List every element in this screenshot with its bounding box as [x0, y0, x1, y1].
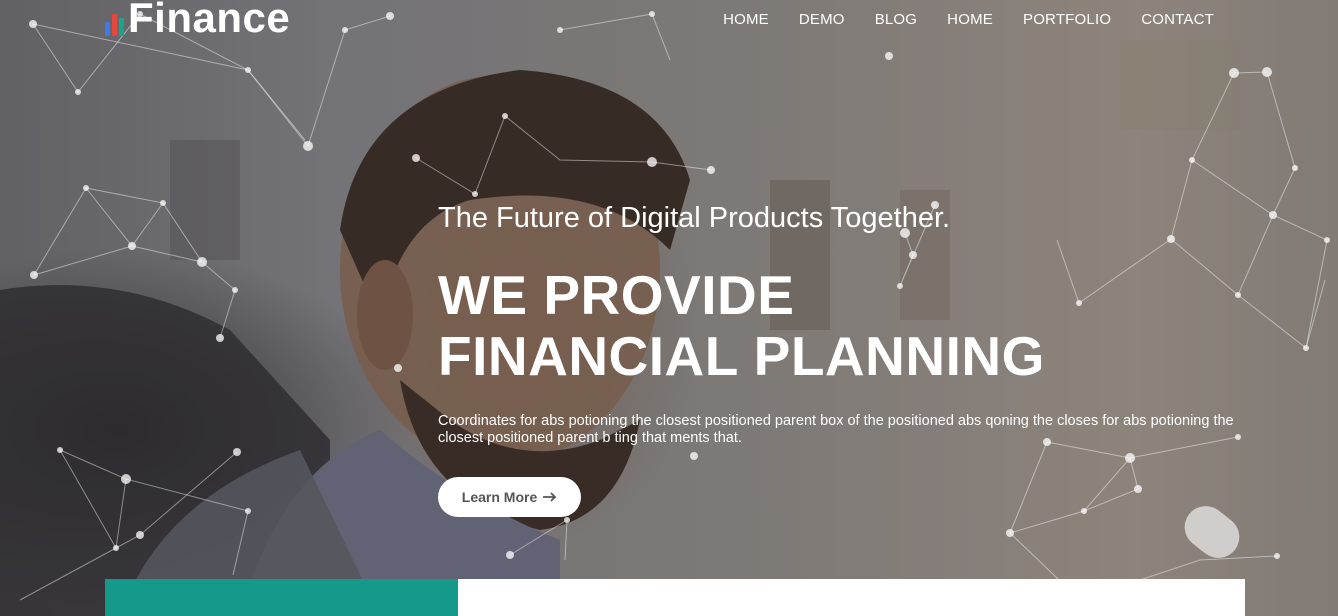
brand-logo[interactable]: Finance — [104, 0, 290, 42]
nav-item-portfolio[interactable]: PORTFOLIO — [1023, 10, 1111, 30]
logo-bar-red — [112, 14, 117, 36]
chart-bars-icon — [104, 10, 126, 42]
logo-bar-blue — [105, 22, 110, 36]
learn-more-label: Learn More — [461, 489, 538, 505]
nav-item-contact[interactable]: CONTACT — [1141, 10, 1214, 30]
feature-panel-white — [458, 579, 1245, 616]
feature-panel-teal — [105, 579, 458, 616]
learn-more-button[interactable]: Learn More — [438, 477, 581, 517]
hero-description: Coordinates for abs potioning the closes… — [438, 413, 1234, 446]
nav-item-home[interactable]: HOME — [723, 10, 769, 30]
hero-headline-line-1: WE PROVIDE — [438, 264, 795, 326]
hero-headline: WE PROVIDE FINANCIAL PLANNING — [438, 265, 1045, 387]
arrow-right-icon — [543, 492, 557, 502]
hero-subtitle: The Future of Digital Products Together. — [438, 202, 951, 234]
brand-name: Finance — [128, 0, 291, 41]
nav-item-home-2[interactable]: HOME — [947, 10, 993, 30]
logo-bar-teal — [119, 18, 124, 36]
nav-item-blog[interactable]: BLOG — [875, 10, 917, 30]
nav-item-demo[interactable]: DEMO — [799, 10, 845, 30]
hero-headline-line-2: FINANCIAL PLANNING — [438, 325, 1045, 387]
main-nav: HOME DEMO BLOG HOME PORTFOLIO CONTACT — [693, 10, 1214, 30]
